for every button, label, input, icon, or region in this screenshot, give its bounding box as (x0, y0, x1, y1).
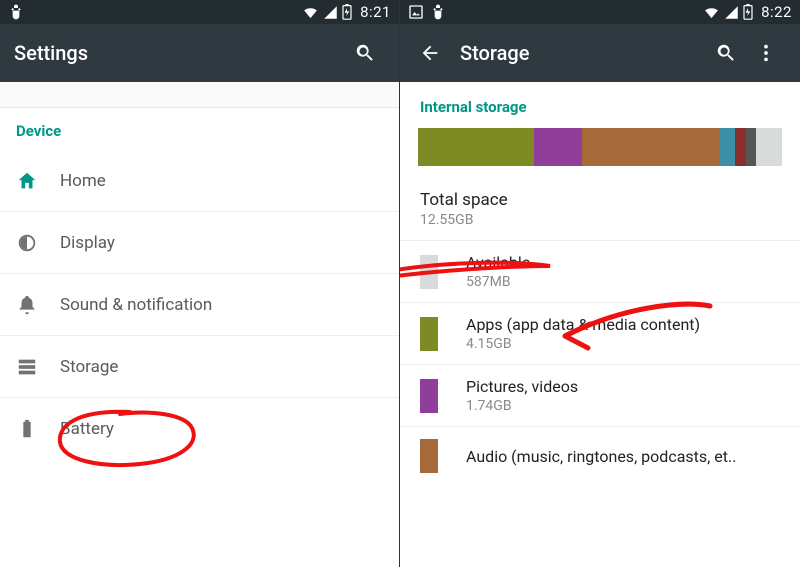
total-space-label: Total space (420, 190, 780, 210)
search-button[interactable] (706, 33, 746, 73)
status-bar: 8:22 (400, 0, 800, 24)
storage-row-title: Apps (app data & media content) (466, 315, 780, 334)
settings-item-display[interactable]: Display (0, 212, 399, 274)
app-bar: Storage (400, 24, 800, 82)
storage-row-value: 587MB (466, 274, 780, 290)
settings-item-label: Sound & notification (60, 295, 212, 315)
search-icon (354, 42, 376, 64)
app-bar: Settings (0, 24, 399, 82)
storage-row-title: Pictures, videos (466, 377, 780, 396)
storage-row-available[interactable]: Available 587MB (400, 241, 800, 303)
status-bar: 8:21 (0, 0, 399, 24)
overflow-menu-button[interactable] (746, 33, 786, 73)
usage-segment-misc (746, 128, 757, 166)
storage-icon (16, 356, 38, 378)
storage-row-title: Audio (music, ringtones, podcasts, et.. (466, 447, 780, 466)
storage-row-value: 4.15GB (466, 336, 780, 352)
storage-screen: 8:22 Storage Internal storage Total spac… (400, 0, 800, 567)
total-space-row: Total space 12.55GB (400, 180, 800, 241)
storage-row-audio[interactable]: Audio (music, ringtones, podcasts, et.. (400, 427, 800, 485)
wifi-icon (302, 4, 319, 21)
settings-item-label: Display (60, 233, 115, 253)
settings-item-label: Storage (60, 357, 118, 377)
color-swatch (420, 255, 438, 289)
cell-signal-icon (724, 5, 739, 20)
usage-segment-dl (720, 128, 735, 166)
settings-item-label: Battery (60, 419, 114, 439)
display-brightness-icon (16, 232, 38, 254)
color-swatch (420, 379, 438, 413)
battery-charging-icon (743, 4, 753, 20)
settings-list: Home Display Sound & notification Storag… (0, 150, 399, 460)
usage-segment-cache (735, 128, 746, 166)
app-bar-title: Settings (14, 41, 345, 65)
settings-item-storage[interactable]: Storage (0, 336, 399, 398)
total-space-value: 12.55GB (420, 212, 780, 228)
app-bar-title: Storage (460, 41, 706, 65)
usage-segment-apps (418, 128, 534, 166)
usage-segment-pics (534, 128, 581, 166)
wifi-icon (703, 4, 720, 21)
image-notification-icon (408, 4, 424, 20)
settings-screen: 8:21 Settings Device Home Display (0, 0, 400, 567)
search-button[interactable] (345, 33, 385, 73)
settings-item-sound[interactable]: Sound & notification (0, 274, 399, 336)
bell-icon (16, 294, 38, 316)
more-vert-icon (755, 42, 777, 64)
android-debug-icon (8, 4, 24, 20)
settings-item-battery[interactable]: Battery (0, 398, 399, 460)
status-clock: 8:21 (360, 3, 391, 21)
storage-row-value: 1.74GB (466, 398, 780, 414)
color-swatch (420, 317, 438, 351)
usage-segment-free (756, 128, 781, 166)
color-swatch (420, 439, 438, 473)
storage-row-pics[interactable]: Pictures, videos 1.74GB (400, 365, 800, 427)
storage-row-title: Available (466, 253, 780, 272)
storage-row-apps[interactable]: Apps (app data & media content) 4.15GB (400, 303, 800, 365)
storage-usage-bar (418, 128, 782, 166)
search-icon (715, 42, 737, 64)
settings-item-home[interactable]: Home (0, 150, 399, 212)
battery-charging-icon (342, 4, 352, 20)
battery-icon (16, 418, 38, 440)
settings-item-label: Home (60, 171, 106, 191)
home-icon (16, 170, 38, 192)
cell-signal-icon (323, 5, 338, 20)
back-button[interactable] (410, 33, 450, 73)
section-header-device: Device (0, 108, 399, 150)
android-debug-icon (430, 4, 446, 20)
section-header-internal-storage: Internal storage (400, 82, 800, 124)
status-clock: 8:22 (761, 3, 792, 21)
arrow-back-icon (419, 42, 441, 64)
usage-segment-audio (582, 128, 720, 166)
